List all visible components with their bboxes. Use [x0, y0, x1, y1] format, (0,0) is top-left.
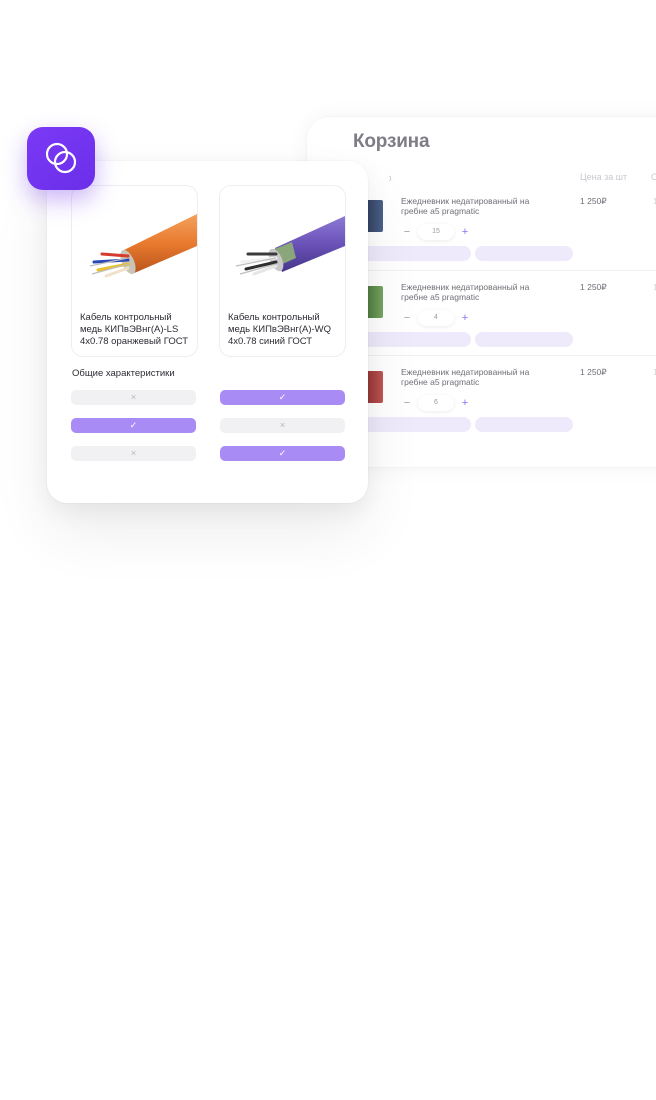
- placeholder-pill: [475, 417, 573, 432]
- decrease-button[interactable]: −: [400, 225, 414, 239]
- spec-cell-no: ×: [71, 390, 196, 405]
- product-card[interactable]: Кабель контрольный медь КИПвЭВнг(А)-WQ 4…: [219, 185, 346, 357]
- section-title: Общие характеристики: [72, 368, 175, 379]
- product-price: 1 250₽: [580, 282, 607, 292]
- orange-cable-image: [89, 214, 197, 278]
- increase-button[interactable]: +: [458, 396, 472, 410]
- quantity-stepper: − 15 +: [400, 223, 474, 241]
- product-card[interactable]: Кабель контрольный медь КИПвЭВнг(А)-LS 4…: [71, 185, 198, 357]
- column-header-more: С: [651, 172, 656, 182]
- product-name[interactable]: Ежедневник недатированный на гребне а5 p…: [401, 282, 541, 302]
- app-logo-badge: [27, 127, 95, 190]
- decrease-button[interactable]: −: [400, 311, 414, 325]
- quantity-value[interactable]: 6: [418, 395, 454, 411]
- cart-title: Корзина: [353, 131, 430, 152]
- product-price: 1 250₽: [580, 367, 607, 377]
- decrease-button[interactable]: −: [400, 396, 414, 410]
- quantity-value[interactable]: 4: [418, 310, 454, 326]
- quantity-stepper: − 4 +: [400, 309, 474, 327]
- placeholder-pill: [475, 246, 573, 261]
- placeholder-pill: [475, 332, 573, 347]
- spec-cell-no: ×: [220, 418, 345, 433]
- compare-card: Кабель контрольный медь КИПвЭВнг(А)-LS 4…: [47, 161, 368, 503]
- placeholder-pill: [359, 332, 471, 347]
- column-header-price: Цена за шт: [580, 172, 628, 182]
- quantity-stepper: − 6 +: [400, 394, 474, 412]
- product-name[interactable]: Ежедневник недатированный на гребне а5 p…: [401, 196, 541, 216]
- product-price: 1 250₽: [580, 196, 607, 206]
- product-name[interactable]: Ежедневник недатированный на гребне а5 p…: [401, 367, 541, 387]
- spec-cell-yes: ✓: [71, 418, 196, 433]
- spec-cell-yes: ✓: [220, 446, 345, 461]
- product-name: Кабель контрольный медь КИПвЭВнг(А)-LS 4…: [80, 312, 189, 347]
- quantity-value[interactable]: 15: [418, 224, 454, 240]
- blue-cable-image: [235, 216, 345, 276]
- increase-button[interactable]: +: [458, 311, 472, 325]
- spec-cell-yes: ✓: [220, 390, 345, 405]
- column-header-product: Товар: [367, 173, 392, 183]
- spec-cell-no: ×: [71, 446, 196, 461]
- linked-circles-icon: [45, 142, 77, 174]
- increase-button[interactable]: +: [458, 225, 472, 239]
- placeholder-pill: [359, 246, 471, 261]
- placeholder-pill: [359, 417, 471, 432]
- product-name: Кабель контрольный медь КИПвЭВнг(А)-WQ 4…: [228, 312, 332, 347]
